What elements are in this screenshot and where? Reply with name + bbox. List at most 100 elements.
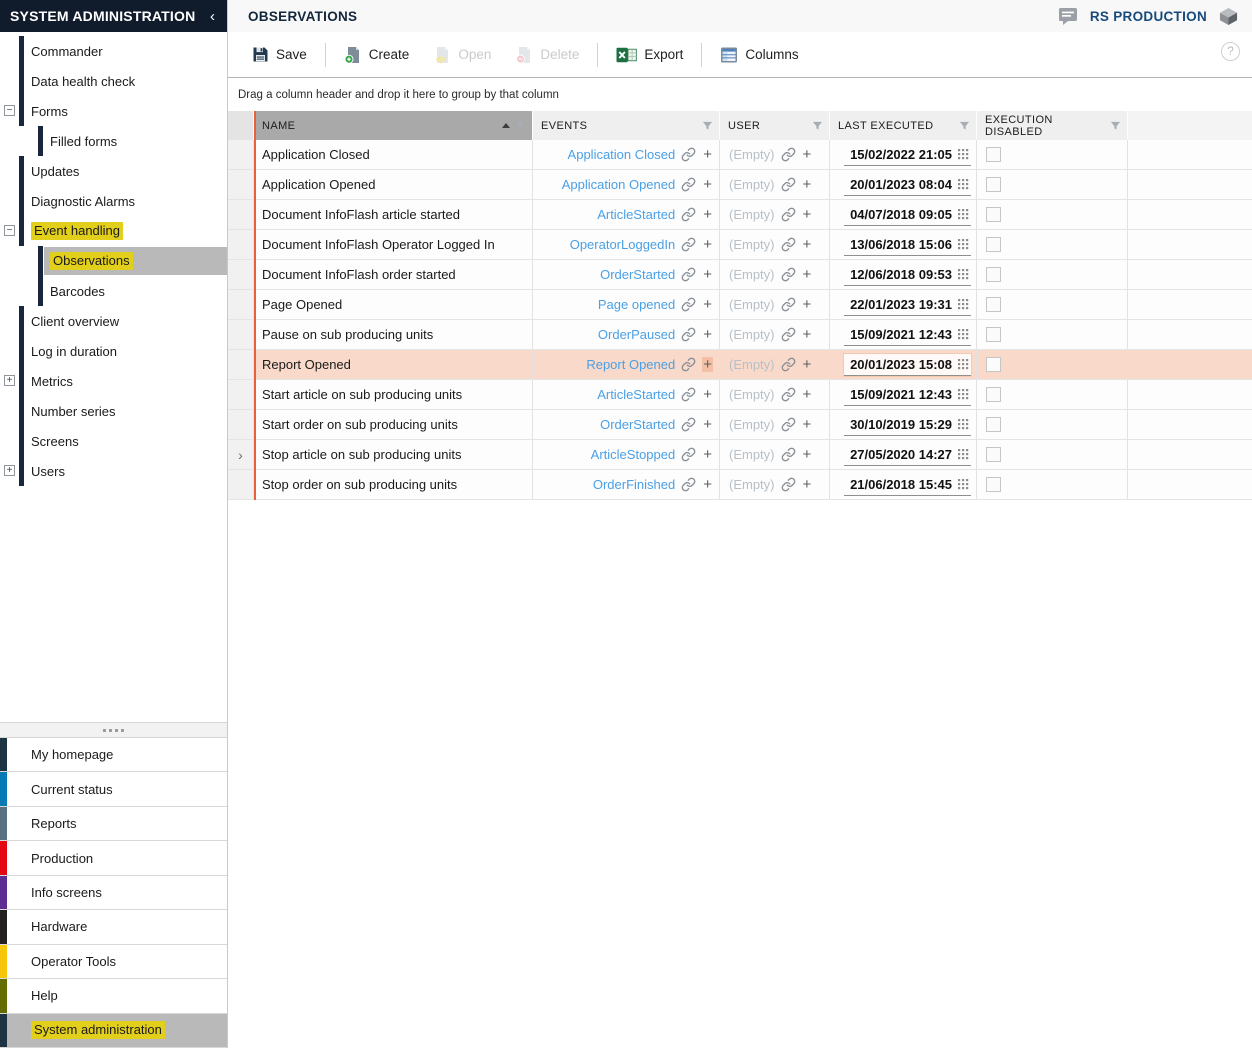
collapse-node-icon[interactable]: − (4, 105, 15, 116)
last-executed-field[interactable]: 30/10/2019 15:29 (844, 414, 971, 436)
table-row[interactable]: Pause on sub producing unitsOrderPaused+… (228, 320, 1252, 350)
filter-funnel-icon[interactable] (812, 121, 823, 131)
link-event-icon[interactable] (681, 177, 696, 192)
columns-button[interactable]: Columns (708, 40, 810, 70)
sidebar-item-number-series[interactable]: Number series (0, 396, 227, 426)
link-event-icon[interactable] (681, 357, 696, 372)
link-event-icon[interactable] (681, 417, 696, 432)
event-link[interactable]: ArticleStarted (597, 387, 675, 402)
nav-item-help[interactable]: Help (0, 979, 227, 1013)
execution-disabled-checkbox[interactable] (986, 207, 1001, 222)
name-cell[interactable]: Stop order on sub producing units (254, 470, 533, 499)
expand-node-icon[interactable]: + (4, 465, 15, 476)
add-user-icon[interactable]: + (802, 447, 813, 462)
sidebar-item-metrics[interactable]: +Metrics (0, 366, 227, 396)
sidebar-item-forms[interactable]: −Forms (0, 96, 227, 126)
filter-funnel-icon[interactable] (702, 121, 713, 131)
link-user-icon[interactable] (781, 387, 796, 402)
add-event-icon[interactable]: + (702, 237, 713, 252)
name-cell[interactable]: Stop article on sub producing units (254, 440, 533, 469)
row-gutter[interactable] (228, 290, 254, 319)
add-user-icon[interactable]: + (802, 417, 813, 432)
sidebar-item-log-in-duration[interactable]: Log in duration (0, 336, 227, 366)
execution-disabled-checkbox[interactable] (986, 357, 1001, 372)
last-executed-field[interactable]: 13/06/2018 15:06 (844, 234, 971, 256)
nav-item-operator-tools[interactable]: Operator Tools (0, 945, 227, 979)
add-user-icon[interactable]: + (802, 147, 813, 162)
link-user-icon[interactable] (781, 267, 796, 282)
filter-funnel-icon[interactable] (959, 121, 970, 131)
nav-item-reports[interactable]: Reports (0, 807, 227, 841)
sidebar-item-updates[interactable]: Updates (0, 156, 227, 186)
date-picker-grid-icon[interactable] (957, 238, 969, 250)
date-picker-grid-icon[interactable] (957, 178, 969, 190)
link-user-icon[interactable] (781, 447, 796, 462)
add-user-icon[interactable]: + (802, 357, 813, 372)
link-user-icon[interactable] (781, 177, 796, 192)
link-event-icon[interactable] (681, 297, 696, 312)
date-picker-grid-icon[interactable] (957, 388, 969, 400)
add-user-icon[interactable]: + (802, 177, 813, 192)
name-cell[interactable]: Document InfoFlash order started (254, 260, 533, 289)
date-picker-grid-icon[interactable] (957, 418, 969, 430)
add-event-icon[interactable]: + (702, 357, 713, 372)
add-event-icon[interactable]: + (702, 387, 713, 402)
last-executed-field[interactable]: 15/09/2021 12:43 (844, 324, 971, 346)
execution-disabled-checkbox[interactable] (986, 387, 1001, 402)
link-user-icon[interactable] (781, 207, 796, 222)
link-user-icon[interactable] (781, 357, 796, 372)
row-gutter[interactable] (228, 470, 254, 499)
column-header-events[interactable]: EVENTS (533, 111, 720, 140)
help-icon[interactable]: ? (1221, 42, 1240, 61)
event-link[interactable]: OrderFinished (593, 477, 675, 492)
nav-item-current-status[interactable]: Current status (0, 772, 227, 806)
add-user-icon[interactable]: + (802, 477, 813, 492)
execution-disabled-checkbox[interactable] (986, 297, 1001, 312)
row-gutter[interactable] (228, 200, 254, 229)
link-event-icon[interactable] (681, 387, 696, 402)
date-picker-grid-icon[interactable] (957, 358, 969, 370)
event-link[interactable]: OperatorLoggedIn (570, 237, 676, 252)
link-user-icon[interactable] (781, 477, 796, 492)
name-cell[interactable]: Page Opened (254, 290, 533, 319)
table-row[interactable]: Report OpenedReport Opened+(Empty)+20/01… (228, 350, 1252, 380)
add-event-icon[interactable]: + (702, 477, 713, 492)
filter-funnel-icon[interactable] (515, 121, 526, 131)
column-header-last-executed[interactable]: LAST EXECUTED (830, 111, 977, 140)
add-event-icon[interactable]: + (702, 417, 713, 432)
sidebar-item-diagnostic-alarms[interactable]: Diagnostic Alarms (0, 186, 227, 216)
event-link[interactable]: Report Opened (586, 357, 675, 372)
execution-disabled-checkbox[interactable] (986, 177, 1001, 192)
name-cell[interactable]: Application Closed (254, 140, 533, 169)
link-event-icon[interactable] (681, 237, 696, 252)
table-row[interactable]: Page OpenedPage opened+(Empty)+22/01/202… (228, 290, 1252, 320)
link-user-icon[interactable] (781, 237, 796, 252)
add-event-icon[interactable]: + (702, 447, 713, 462)
group-by-bar[interactable]: Drag a column header and drop it here to… (228, 78, 1252, 111)
add-event-icon[interactable]: + (702, 267, 713, 282)
row-gutter[interactable]: › (228, 440, 254, 469)
save-button[interactable]: Save (240, 40, 319, 69)
name-cell[interactable]: Document InfoFlash Operator Logged In (254, 230, 533, 259)
row-gutter[interactable] (228, 230, 254, 259)
sidebar-splitter[interactable] (0, 722, 227, 738)
sidebar-item-screens[interactable]: Screens (0, 426, 227, 456)
last-executed-field[interactable]: 27/05/2020 14:27 (844, 444, 971, 466)
link-user-icon[interactable] (781, 147, 796, 162)
date-picker-grid-icon[interactable] (957, 298, 969, 310)
add-event-icon[interactable]: + (702, 207, 713, 222)
last-executed-field[interactable]: 15/09/2021 12:43 (844, 384, 971, 406)
row-gutter[interactable] (228, 410, 254, 439)
event-link[interactable]: ArticleStarted (597, 207, 675, 222)
event-link[interactable]: OrderStarted (600, 417, 675, 432)
row-gutter[interactable] (228, 320, 254, 349)
nav-item-system-administration[interactable]: System administration (0, 1014, 227, 1048)
add-user-icon[interactable]: + (802, 207, 813, 222)
column-header-name[interactable]: NAME (254, 111, 533, 140)
name-cell[interactable]: Application Opened (254, 170, 533, 199)
link-event-icon[interactable] (681, 327, 696, 342)
last-executed-field[interactable]: 04/07/2018 09:05 (844, 204, 971, 226)
add-user-icon[interactable]: + (802, 267, 813, 282)
table-row[interactable]: Document InfoFlash article startedArticl… (228, 200, 1252, 230)
collapse-node-icon[interactable]: − (4, 225, 15, 236)
